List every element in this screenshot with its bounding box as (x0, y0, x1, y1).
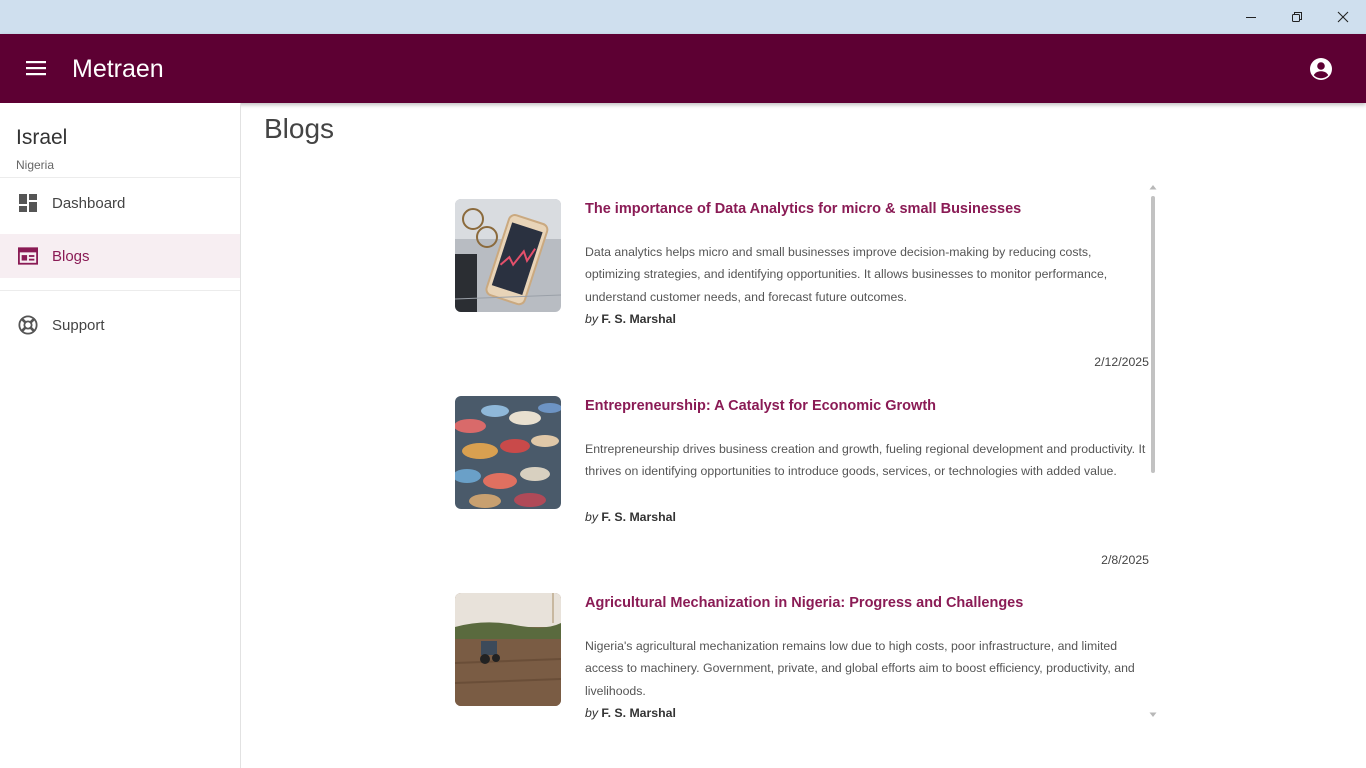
author-prefix: by (585, 706, 598, 720)
blog-post-date: 2/8/2025 (1101, 553, 1149, 567)
minimize-icon (1246, 17, 1256, 18)
author-name: F. S. Marshal (601, 312, 676, 326)
menu-button[interactable] (18, 50, 54, 86)
user-name: Israel (16, 126, 68, 149)
sidebar: Israel Nigeria Dashboard Blogs Support (0, 103, 241, 768)
support-icon (18, 315, 38, 335)
close-button[interactable] (1320, 0, 1366, 34)
app-title: Metraen (72, 55, 164, 83)
restore-icon (1292, 12, 1302, 22)
blog-post-title[interactable]: The importance of Data Analytics for mic… (585, 201, 1021, 217)
sidebar-item-support[interactable]: Support (0, 303, 240, 347)
close-icon (1337, 11, 1349, 23)
dashboard-icon (18, 193, 38, 213)
author-prefix: by (585, 510, 598, 524)
minimize-button[interactable] (1228, 0, 1274, 34)
account-circle-icon (1310, 58, 1332, 80)
author-name: F. S. Marshal (601, 510, 676, 524)
restore-button[interactable] (1274, 0, 1320, 34)
page-title: Blogs (264, 113, 335, 144)
blog-post-title[interactable]: Agricultural Mechanization in Nigeria: P… (585, 595, 1023, 611)
sidebar-item-label: Dashboard (52, 194, 126, 212)
scroll-up-arrow-icon[interactable] (1149, 183, 1157, 191)
blog-post-date: 2/12/2025 (1094, 355, 1149, 369)
user-location: Nigeria (16, 158, 55, 172)
sidebar-item-label: Support (52, 316, 105, 334)
blog-post-excerpt: Entrepreneurship drives business creatio… (585, 442, 1146, 479)
blog-post-title[interactable]: Entrepreneurship: A Catalyst for Economi… (585, 398, 936, 414)
author-name: F. S. Marshal (601, 706, 676, 720)
app-bar: Metraen (0, 34, 1366, 103)
blog-post-thumbnail[interactable] (455, 396, 561, 509)
blog-post-author: by F. S. Marshal (585, 312, 676, 326)
blog-post-excerpt: Data analytics helps micro and small bus… (585, 245, 1108, 304)
sidebar-item-label: Blogs (52, 247, 90, 265)
sidebar-divider (0, 177, 240, 178)
blog-post[interactable]: The importance of Data Analytics for mic… (455, 199, 1149, 369)
scrollbar-thumb[interactable] (1151, 196, 1155, 473)
hamburger-menu-icon (26, 61, 46, 76)
blog-feed[interactable]: The importance of Data Analytics for mic… (455, 184, 1160, 724)
sidebar-item-blogs[interactable]: Blogs (0, 234, 240, 278)
sidebar-item-dashboard[interactable]: Dashboard (0, 181, 240, 225)
blog-post-thumbnail[interactable] (455, 593, 561, 706)
blog-post[interactable]: Agricultural Mechanization in Nigeria: P… (455, 593, 1149, 723)
feed-scrollbar[interactable] (1147, 183, 1159, 721)
window-titlebar (0, 0, 1366, 34)
blog-post-excerpt: Nigeria's agricultural mechanization rem… (585, 639, 1135, 698)
author-prefix: by (585, 312, 598, 326)
blog-post[interactable]: Entrepreneurship: A Catalyst for Economi… (455, 396, 1149, 567)
scroll-down-arrow-icon[interactable] (1149, 711, 1157, 719)
sidebar-divider (0, 290, 240, 291)
blogs-icon (18, 246, 38, 266)
blog-post-author: by F. S. Marshal (585, 510, 676, 524)
account-button[interactable] (1306, 54, 1336, 84)
blog-post-thumbnail[interactable] (455, 199, 561, 312)
blog-post-author: by F. S. Marshal (585, 706, 676, 720)
